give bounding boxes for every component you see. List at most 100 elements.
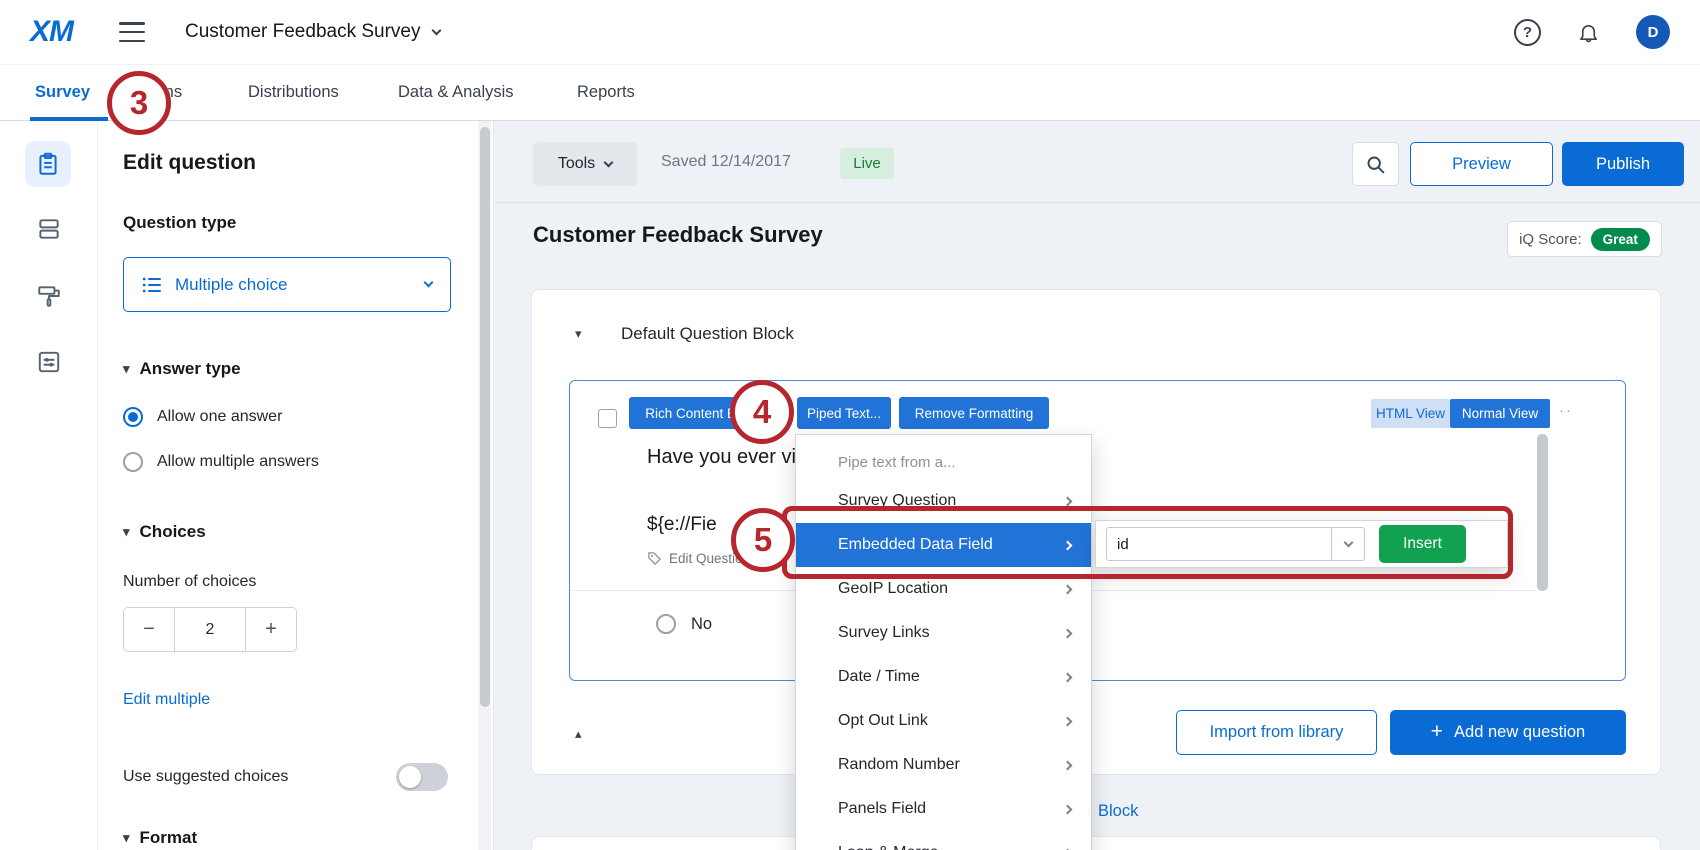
answer-type-label: Answer type: [140, 359, 241, 379]
menu-item-label: Survey Question: [838, 492, 956, 510]
normal-view-tab[interactable]: Normal View: [1450, 399, 1550, 428]
plus-icon: +: [1431, 720, 1443, 744]
caret-down-icon: ▾: [123, 830, 130, 846]
question-checkbox[interactable]: [598, 409, 617, 428]
answer-type-section-header[interactable]: ▾ Answer type: [123, 359, 241, 379]
add-new-question-button[interactable]: + Add new question: [1390, 710, 1626, 755]
annotation-number: 4: [753, 393, 771, 431]
menu-item-label: Date / Time: [838, 668, 920, 686]
menu-item-survey-links[interactable]: Survey Links: [796, 611, 1091, 655]
menu-item-embedded-data-field[interactable]: Embedded Data Field: [796, 523, 1091, 567]
question-type-value: Multiple choice: [175, 275, 412, 295]
iq-score-badge: Great: [1591, 228, 1650, 251]
blocks-icon[interactable]: [35, 215, 63, 243]
radio-allow-one-answer[interactable]: Allow one answer: [123, 407, 282, 427]
edit-multiple-link[interactable]: Edit multiple: [123, 691, 210, 709]
suggested-choices-toggle[interactable]: [396, 763, 448, 791]
help-icon[interactable]: ?: [1514, 19, 1541, 46]
menu-item-label: Random Number: [838, 756, 960, 774]
tools-label: Tools: [558, 155, 595, 173]
menu-item-opt-out-link[interactable]: Opt Out Link: [796, 699, 1091, 743]
menu-item-label: Survey Links: [838, 624, 930, 642]
annotation-number: 5: [754, 521, 772, 559]
chevron-right-icon: [1063, 540, 1073, 550]
number-of-choices-label: Number of choices: [123, 573, 256, 591]
choices-section-header[interactable]: ▾ Choices: [123, 522, 206, 542]
chevron-right-icon: [1063, 628, 1073, 638]
question-type-label: Question type: [123, 213, 236, 233]
remove-formatting-button[interactable]: Remove Formatting: [899, 397, 1049, 429]
avatar-initial: D: [1648, 24, 1659, 41]
use-suggested-label: Use suggested choices: [123, 768, 288, 786]
panel-scrollbar[interactable]: [480, 127, 490, 707]
import-from-library-button[interactable]: Import from library: [1176, 710, 1377, 755]
menu-item-loop-merge[interactable]: Loop & Merge: [796, 831, 1091, 850]
chevron-down-icon: [431, 25, 441, 35]
chevron-down-icon: [604, 157, 614, 167]
decrease-choices-button[interactable]: −: [124, 608, 174, 651]
tag-icon: [647, 551, 662, 566]
primary-nav: Survey Actions Distributions Data & Anal…: [0, 65, 1700, 121]
survey-flow-icon[interactable]: [35, 348, 63, 376]
tab-survey[interactable]: Survey: [35, 83, 90, 102]
qualtrics-survey-editor: XM Customer Feedback Survey ? D Survey A…: [0, 0, 1700, 850]
piped-text-code[interactable]: ${e://Fie: [647, 514, 717, 536]
menu-item-date-time[interactable]: Date / Time: [796, 655, 1091, 699]
menu-item-survey-question[interactable]: Survey Question: [796, 479, 1091, 523]
choices-stepper: − 2 +: [123, 607, 297, 652]
user-avatar[interactable]: D: [1636, 15, 1670, 49]
answer-no-label: No: [691, 615, 712, 634]
iq-score-chip: iQ Score: Great: [1507, 221, 1662, 257]
multiple-choice-icon: [142, 276, 162, 294]
survey-builder-icon[interactable]: [25, 141, 71, 187]
use-suggested-choices-row: Use suggested choices: [123, 763, 448, 791]
hamburger-menu-icon[interactable]: [119, 22, 145, 42]
add-question-label: Add new question: [1454, 723, 1585, 742]
chevron-right-icon: [1063, 496, 1073, 506]
menu-item-geoip-location[interactable]: GeoIP Location: [796, 567, 1091, 611]
piped-text-menu: Pipe text from a... Survey Question Embe…: [795, 434, 1092, 850]
active-tab-indicator: [30, 117, 108, 121]
increase-choices-button[interactable]: +: [246, 608, 296, 651]
notifications-bell-icon[interactable]: [1577, 21, 1600, 44]
field-dropdown-button[interactable]: [1332, 527, 1365, 561]
preview-button[interactable]: Preview: [1410, 142, 1553, 186]
top-bar: XM Customer Feedback Survey ? D: [0, 0, 1700, 65]
page-title: Customer Feedback Survey: [533, 222, 823, 248]
tools-button[interactable]: Tools: [533, 142, 637, 186]
saved-status: Saved 12/14/2017: [661, 153, 791, 171]
tab-reports[interactable]: Reports: [577, 83, 635, 102]
menu-item-random-number[interactable]: Random Number: [796, 743, 1091, 787]
radio-unselected-icon: [123, 452, 143, 472]
format-section-header[interactable]: ▾ Format: [123, 828, 197, 848]
question-type-select[interactable]: Multiple choice: [123, 257, 451, 312]
iq-score-label: iQ Score:: [1519, 231, 1582, 248]
html-view-tab[interactable]: HTML View: [1371, 399, 1450, 428]
publish-button[interactable]: Publish: [1562, 142, 1684, 186]
add-block-link[interactable]: Block: [1098, 802, 1138, 821]
menu-item-panels-field[interactable]: Panels Field: [796, 787, 1091, 831]
menu-item-label: Panels Field: [838, 800, 926, 818]
chevron-down-icon: [424, 278, 434, 288]
tab-data-analysis[interactable]: Data & Analysis: [398, 83, 514, 102]
search-button[interactable]: [1352, 142, 1399, 186]
answer-option-no[interactable]: No: [656, 614, 712, 634]
insert-button[interactable]: Insert: [1379, 525, 1466, 563]
survey-title-dropdown[interactable]: Customer Feedback Survey: [185, 21, 440, 43]
chevron-right-icon: [1063, 672, 1073, 682]
block-collapse-icon[interactable]: ▾: [575, 326, 582, 342]
choices-count: 2: [174, 608, 246, 651]
menu-item-label: Embedded Data Field: [838, 536, 993, 554]
tab-distributions[interactable]: Distributions: [248, 83, 339, 102]
piped-text-button[interactable]: Piped Text...: [797, 397, 891, 429]
radio-allow-multiple-answers[interactable]: Allow multiple answers: [123, 452, 319, 472]
look-and-feel-icon[interactable]: [35, 282, 63, 310]
embedded-data-field-input[interactable]: [1106, 527, 1332, 561]
annotation-step-4: 4: [730, 380, 794, 444]
chevron-right-icon: [1063, 716, 1073, 726]
piped-menu-header: Pipe text from a...: [796, 445, 1091, 479]
editor-scrollbar[interactable]: [1537, 434, 1548, 591]
block-collapse-bottom-icon[interactable]: ▴: [575, 726, 582, 742]
menu-item-label: Opt Out Link: [838, 712, 928, 730]
live-status-badge: Live: [840, 148, 894, 179]
